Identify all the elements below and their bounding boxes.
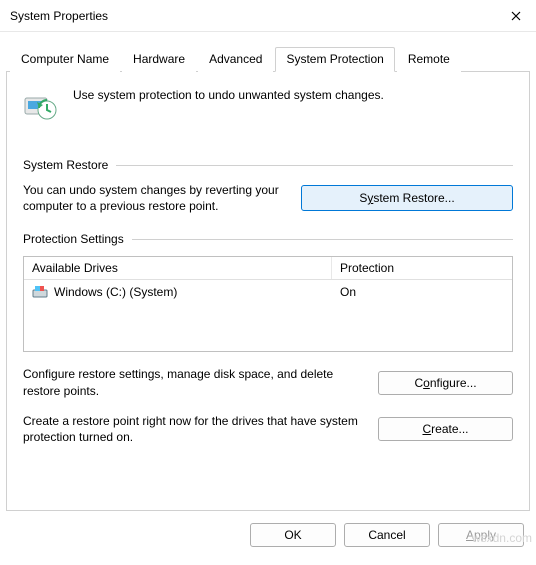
drive-name: Windows (C:) (System) [54,285,177,299]
tab-computer-name[interactable]: Computer Name [10,47,120,72]
divider [116,165,513,166]
titlebar: System Properties [0,0,536,32]
close-button[interactable] [496,0,536,32]
section-label: System Restore [23,158,108,172]
configure-row: Configure restore settings, manage disk … [23,366,513,398]
configure-button[interactable]: Configure... [378,371,513,395]
section-protection-settings: Protection Settings [23,232,513,246]
divider [132,239,513,240]
system-restore-button[interactable]: System Restore... [301,185,513,211]
table-row[interactable]: Windows (C:) (System) On [24,280,512,304]
apply-button[interactable]: Apply [438,523,524,547]
close-icon [511,11,521,21]
drive-protection: On [332,283,512,301]
ok-button[interactable]: OK [250,523,336,547]
drives-table[interactable]: Available Drives Protection Windows (C:)… [23,256,513,352]
tab-advanced[interactable]: Advanced [198,47,273,72]
section-system-restore: System Restore [23,158,513,172]
table-header: Available Drives Protection [24,257,512,280]
intro-text: Use system protection to undo unwanted s… [73,88,384,102]
cancel-button[interactable]: Cancel [344,523,430,547]
tab-content: Use system protection to undo unwanted s… [6,72,530,511]
intro-row: Use system protection to undo unwanted s… [23,82,513,140]
tabstrip: Computer Name Hardware Advanced System P… [6,40,530,72]
create-desc: Create a restore point right now for the… [23,413,358,445]
system-restore-row: You can undo system changes by reverting… [23,182,513,214]
col-drives[interactable]: Available Drives [24,257,332,279]
window-title: System Properties [10,9,496,23]
create-button[interactable]: Create... [378,417,513,441]
tab-remote[interactable]: Remote [397,47,461,72]
dialog-footer: OK Cancel Apply [0,511,536,547]
col-protection[interactable]: Protection [332,257,512,279]
configure-desc: Configure restore settings, manage disk … [23,366,358,398]
tab-system-protection[interactable]: System Protection [275,47,394,72]
drive-icon [32,285,48,299]
section-label: Protection Settings [23,232,124,246]
create-row: Create a restore point right now for the… [23,413,513,445]
drive-name-cell: Windows (C:) (System) [24,283,332,301]
system-restore-desc: You can undo system changes by reverting… [23,182,281,214]
tab-hardware[interactable]: Hardware [122,47,196,72]
system-protection-icon [23,88,59,124]
